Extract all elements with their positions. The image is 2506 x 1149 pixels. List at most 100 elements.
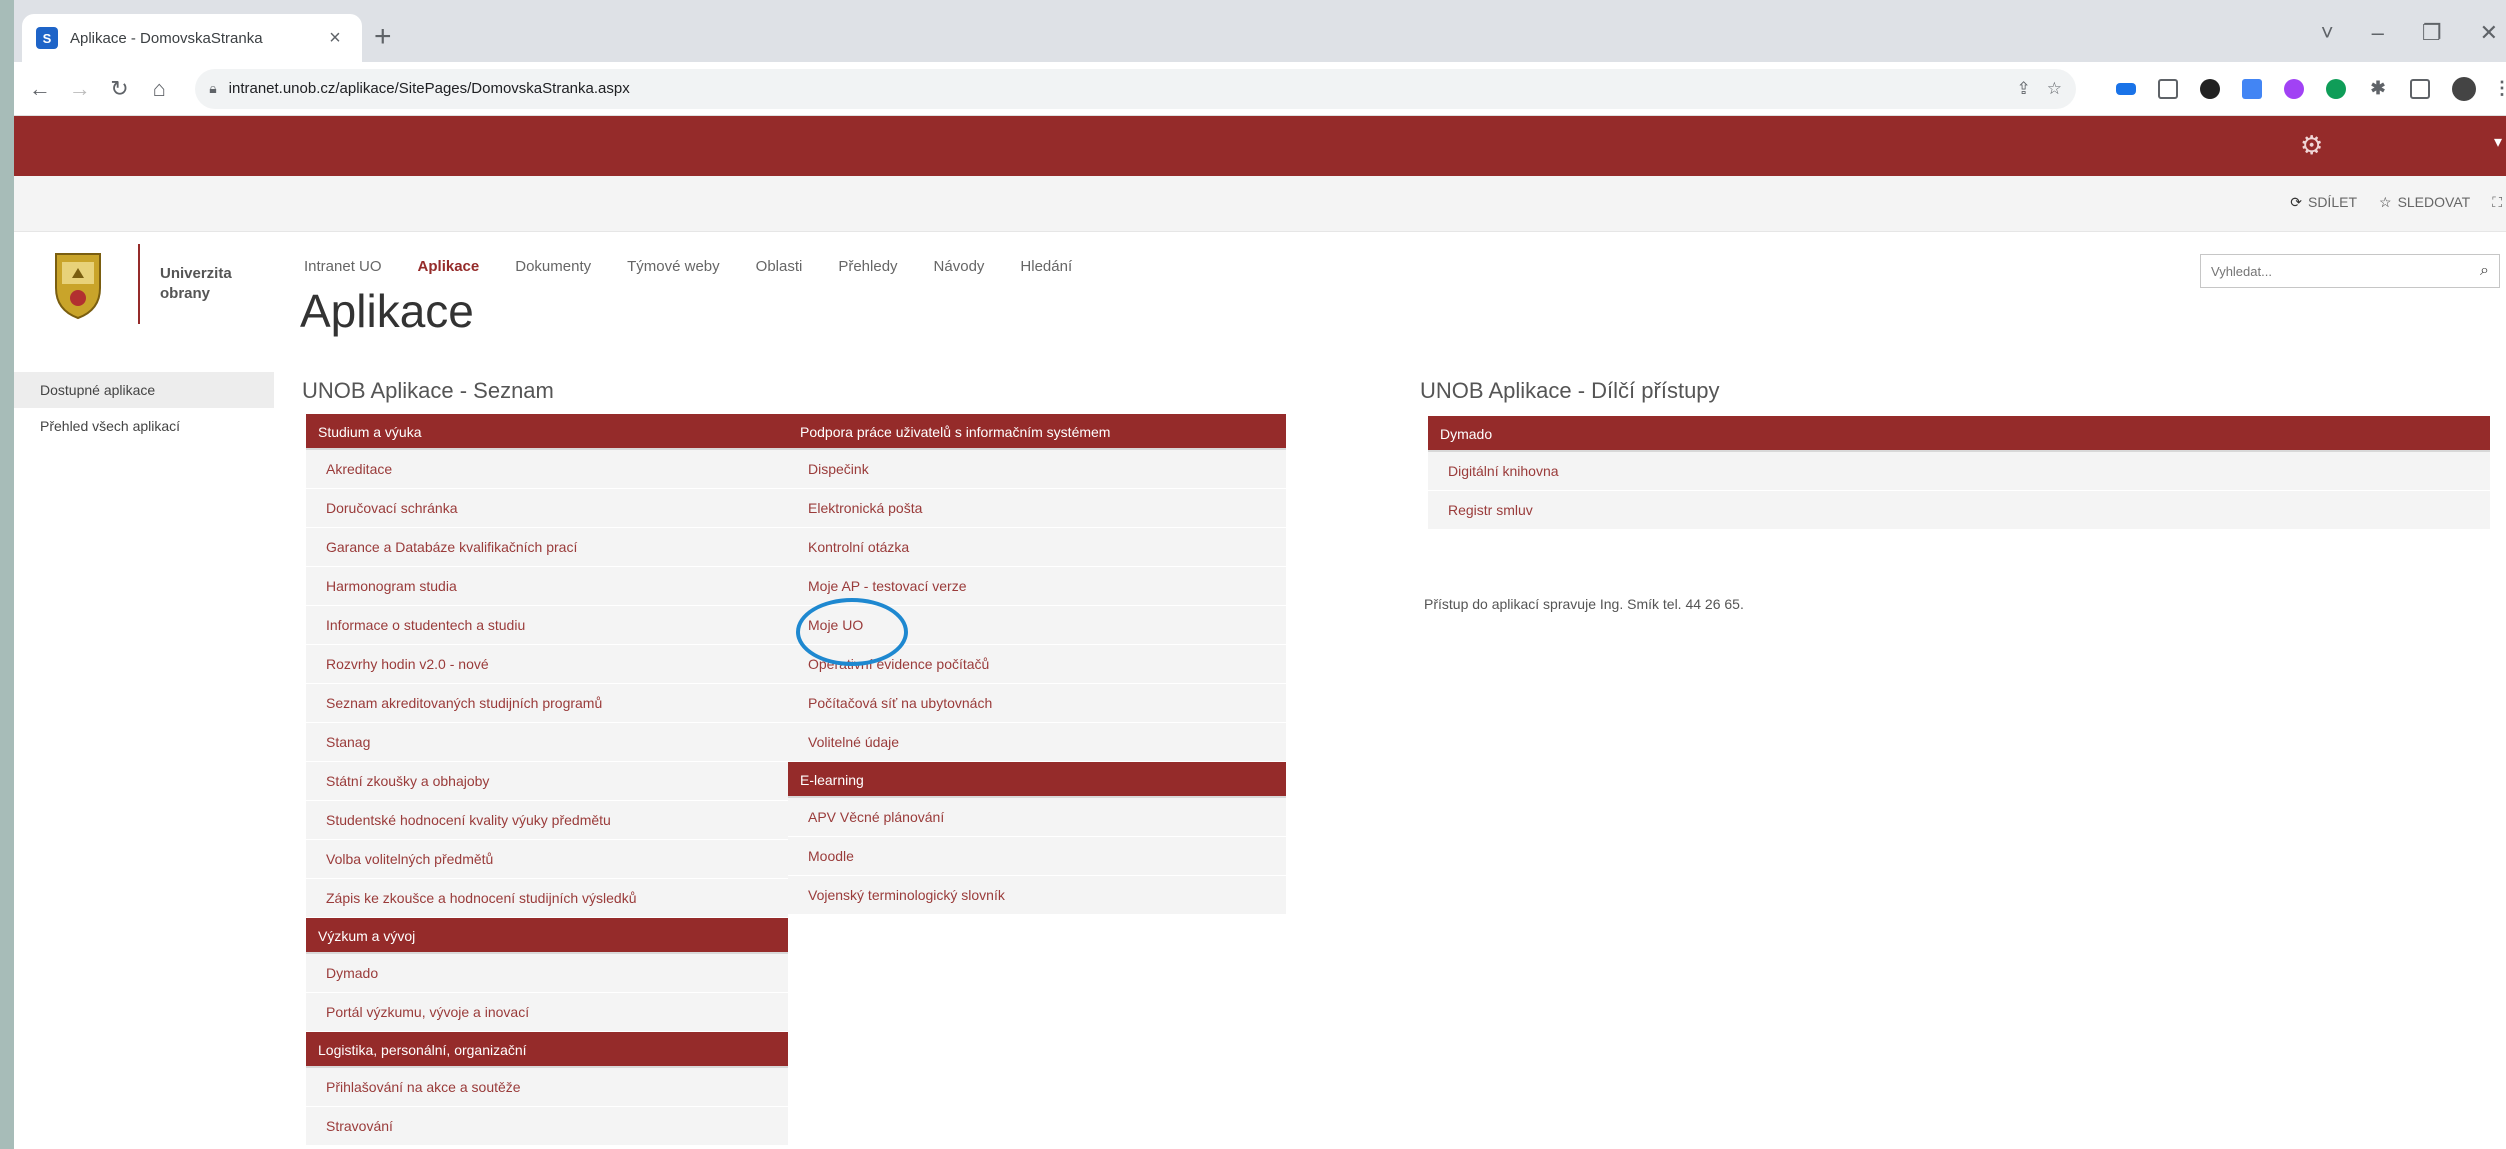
app-link[interactable]: Dispečink: [788, 450, 1286, 489]
minimize-button[interactable]: –: [2372, 20, 2384, 46]
app-link[interactable]: Moodle: [788, 837, 1286, 876]
app-link[interactable]: Seznam akreditovaných studijních program…: [306, 684, 788, 723]
category-header: E-learning: [788, 762, 1286, 798]
reload-icon[interactable]: ↻: [100, 76, 140, 102]
lock-icon[interactable]: 🔒︎: [209, 80, 216, 97]
browser-toolbar: ← → ↻ ⌂ 🔒︎ intranet.unob.cz/aplikace/Sit…: [14, 62, 2506, 116]
cloud-extension-icon[interactable]: [2115, 82, 2136, 95]
suite-bar: ⚙ ▾: [14, 116, 2506, 176]
browser-window: S Aplikace - DomovskaStranka × + ˅ – ❐ ✕…: [14, 0, 2506, 1149]
app-link[interactable]: Volba volitelných předmětů: [306, 840, 788, 879]
app-link[interactable]: Volitelné údaje: [788, 723, 1286, 762]
category-header: Výzkum a vývoj: [306, 918, 788, 954]
page-title: Aplikace: [300, 285, 474, 337]
site-logo[interactable]: Univerzita obrany: [52, 244, 232, 324]
nav-hledani[interactable]: Hledání: [1020, 258, 1072, 275]
home-icon[interactable]: ⌂: [139, 76, 179, 102]
gear-icon[interactable]: ⚙: [2300, 130, 2323, 161]
window-controls: ˅ – ❐ ✕: [2321, 20, 2506, 46]
leftnav-dostupne-aplikace[interactable]: Dostupné aplikace: [14, 372, 274, 408]
nav-tymove-weby[interactable]: Týmové weby: [627, 258, 720, 275]
app-link-digitalni-knihovna[interactable]: Digitální knihovna: [1428, 452, 2490, 491]
dilci-table: Dymado Digitální knihovna Registr smluv: [1428, 416, 2490, 530]
app-link-registr-smluv[interactable]: Registr smluv: [1428, 491, 2490, 530]
nav-aplikace[interactable]: Aplikace: [418, 258, 480, 275]
app-link[interactable]: Informace o studentech a studiu: [306, 606, 788, 645]
tab-search-icon[interactable]: ˅: [2321, 20, 2334, 46]
share-page-icon[interactable]: ⇪: [2016, 79, 2030, 99]
app-link[interactable]: Počítačová síť na ubytovnách: [788, 684, 1286, 723]
restore-button[interactable]: ❐: [2422, 20, 2442, 46]
forward-arrow-icon[interactable]: →: [60, 76, 100, 102]
app-link[interactable]: Přihlašování na akce a soutěže: [306, 1068, 788, 1107]
app-link[interactable]: Akreditace: [306, 450, 788, 489]
nav-intranet-uo[interactable]: Intranet UO: [304, 258, 382, 275]
ribbon: ⟳ SDÍLET ☆ SLEDOVAT ⛶: [14, 176, 2506, 232]
left-navigation: Dostupné aplikace Přehled všech aplikací: [14, 372, 274, 444]
logo-divider: [138, 244, 140, 324]
crest-icon: [52, 248, 104, 320]
app-link[interactable]: Elektronická pošta: [788, 489, 1286, 528]
logo-line-2: obrany: [160, 285, 211, 302]
category-header: Podpora práce uživatelů s informačním sy…: [788, 414, 1286, 450]
dark-extension-icon[interactable]: [2199, 78, 2220, 99]
nav-navody[interactable]: Návody: [934, 258, 985, 275]
share-label: SDÍLET: [2307, 194, 2357, 210]
translate-extension-icon[interactable]: [2241, 78, 2262, 99]
leftnav-prehled-vsech-aplikaci[interactable]: Přehled všech aplikací: [14, 408, 274, 444]
app-link[interactable]: Vojenský terminologický slovník: [788, 876, 1286, 915]
green-extension-icon[interactable]: [2325, 78, 2346, 99]
new-tab-button[interactable]: +: [374, 22, 392, 52]
category-header: Logistika, personální, organizační: [306, 1032, 788, 1068]
seznam-column-1: Studium a výuka Akreditace Doručovací schr…: [306, 414, 788, 1146]
app-link[interactable]: APV Věcné plánování: [788, 798, 1286, 837]
share-button[interactable]: ⟳ SDÍLET: [2290, 194, 2357, 211]
profile-avatar[interactable]: [2451, 76, 2476, 101]
dilci-heading: UNOB Aplikace - Dílčí přístupy: [1420, 378, 1720, 403]
tab-title: Aplikace - DomovskaStranka: [70, 29, 263, 47]
logo-line-1: Univerzita: [160, 265, 232, 282]
app-link[interactable]: Doručovací schránka: [306, 489, 788, 528]
tab-strip: S Aplikace - DomovskaStranka × + ˅ – ❐ ✕: [14, 0, 2506, 62]
nav-dokumenty[interactable]: Dokumenty: [515, 258, 591, 275]
purple-extension-icon[interactable]: [2283, 78, 2304, 99]
back-arrow-icon[interactable]: ←: [20, 76, 60, 102]
admin-note: Přístup do aplikací spravuje Ing. Smík t…: [1424, 596, 1744, 612]
share-icon: ⟳: [2290, 194, 2302, 210]
nav-oblasti[interactable]: Oblasti: [756, 258, 803, 275]
app-link[interactable]: Portál výzkumu, vývoje a inovací: [306, 993, 788, 1032]
app-link[interactable]: Státní zkoušky a obhajoby: [306, 762, 788, 801]
address-bar[interactable]: 🔒︎ intranet.unob.cz/aplikace/SitePages/D…: [195, 68, 2076, 109]
app-link[interactable]: Garance a Databáze kvalifikačních prací: [306, 528, 788, 567]
nav-prehledy[interactable]: Přehledy: [838, 258, 897, 275]
app-link[interactable]: Stanag: [306, 723, 788, 762]
close-tab-icon[interactable]: ×: [322, 27, 348, 50]
browser-tab[interactable]: S Aplikace - DomovskaStranka ×: [22, 14, 362, 62]
top-navigation: Intranet UO Aplikace Dokumenty Týmové we…: [304, 258, 1072, 275]
sharepoint-icon: S: [36, 27, 58, 49]
search-icon[interactable]: ⌕: [2480, 262, 2489, 280]
app-link[interactable]: Harmonogram studia: [306, 567, 788, 606]
app-link[interactable]: Studentské hodnocení kvality výuky předm…: [306, 801, 788, 840]
chevron-down-icon[interactable]: ▾: [2494, 132, 2502, 152]
category-header: Studium a výuka: [306, 414, 788, 450]
puzzle-extensions-icon[interactable]: ✱: [2368, 78, 2388, 99]
highlight-circle: [796, 598, 908, 666]
menu-dots-icon[interactable]: ⋮: [2493, 78, 2506, 99]
follow-button[interactable]: ☆ SLEDOVAT: [2379, 194, 2470, 211]
grid-extension-icon[interactable]: [2157, 78, 2178, 99]
search-input[interactable]: [2211, 263, 2481, 279]
close-window-button[interactable]: ✕: [2480, 20, 2498, 46]
bookmark-star-icon[interactable]: ☆: [2047, 79, 2062, 99]
app-link[interactable]: Dymado: [306, 954, 788, 993]
search-box: ⌕: [2200, 254, 2500, 288]
app-link[interactable]: Kontrolní otázka: [788, 528, 1286, 567]
app-link[interactable]: Zápis ke zkoušce a hodnocení studijních …: [306, 879, 788, 918]
app-link[interactable]: Rozvrhy hodin v2.0 - nové: [306, 645, 788, 684]
category-header-dymado: Dymado: [1428, 416, 2490, 452]
follow-label: SLEDOVAT: [2397, 194, 2471, 210]
sidepanel-icon[interactable]: [2409, 78, 2430, 99]
focus-icon[interactable]: ⛶: [2492, 194, 2502, 211]
seznam-heading: UNOB Aplikace - Seznam: [302, 378, 554, 403]
app-link[interactable]: Stravování: [306, 1107, 788, 1146]
